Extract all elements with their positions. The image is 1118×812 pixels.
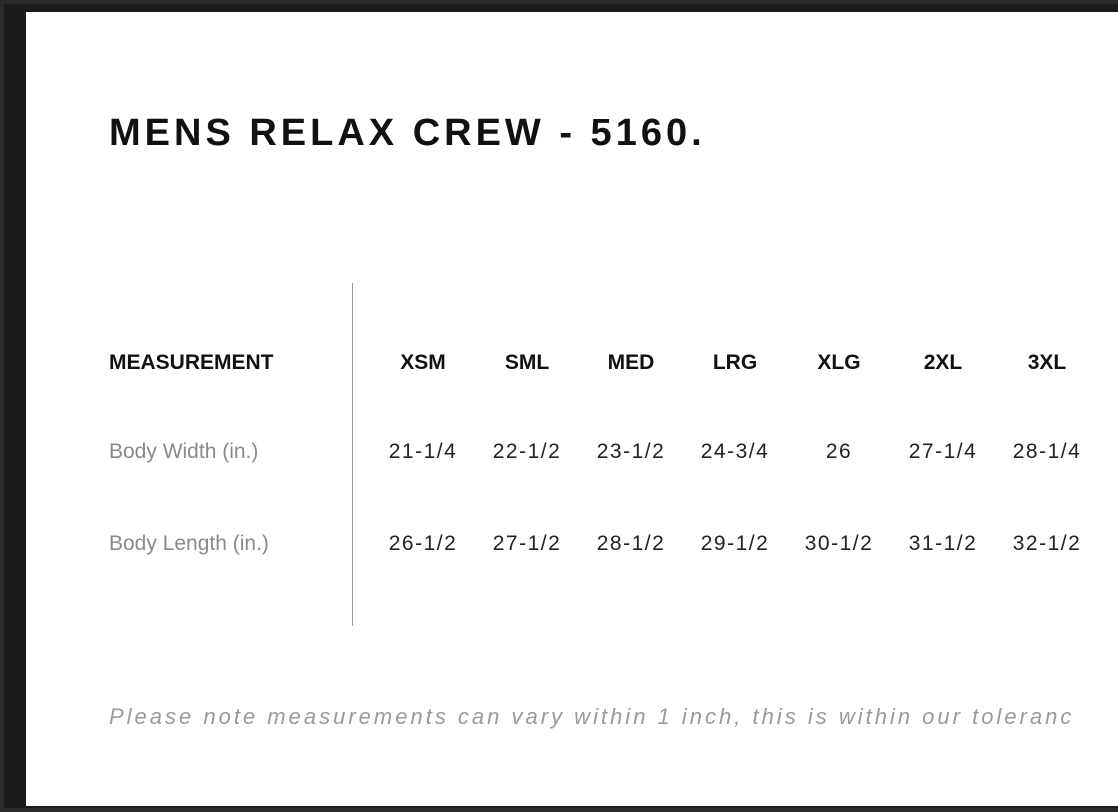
size-header-3xl: 3XL	[1027, 351, 1067, 374]
body-length-label: Body Length (in.)	[109, 532, 269, 555]
size-chart-modal: MENS RELAX CREW - 5160. MEASUREMENT XSM …	[26, 12, 1118, 806]
size-header-xlg: XLG	[817, 351, 861, 374]
table-cell: 27-1/4	[908, 440, 978, 463]
size-header-2xl: 2XL	[923, 351, 963, 374]
table-divider	[352, 283, 353, 626]
size-header-med: MED	[607, 351, 655, 374]
table-cell: 27-1/2	[492, 532, 562, 555]
size-header-xsm: XSM	[400, 351, 446, 374]
table-cell: 28-1/4	[1012, 440, 1082, 463]
measurement-header: MEASUREMENT	[109, 351, 274, 374]
table-cell: 21-1/4	[388, 440, 458, 463]
table-cell: 22-1/2	[492, 440, 562, 463]
table-cell: 29-1/2	[700, 532, 770, 555]
size-chart-title: MENS RELAX CREW - 5160.	[109, 112, 706, 154]
body-length-row: 26-1/2 27-1/2 28-1/2 29-1/2 30-1/2 31-1/…	[371, 532, 1111, 556]
table-cell: 31-1/2	[908, 532, 978, 555]
size-header-row: XSM SML MED LRG XLG 2XL 3XL	[371, 351, 1111, 375]
body-width-row: 21-1/4 22-1/2 23-1/2 24-3/4 26 27-1/4 28…	[371, 440, 1111, 464]
size-header-lrg: LRG	[712, 351, 758, 374]
table-cell: 26	[825, 440, 853, 463]
body-width-label: Body Width (in.)	[109, 440, 259, 463]
size-header-sml: SML	[504, 351, 550, 374]
table-cell: 24-3/4	[700, 440, 770, 463]
table-cell: 32-1/2	[1012, 532, 1082, 555]
table-cell: 28-1/2	[596, 532, 666, 555]
table-cell: 23-1/2	[596, 440, 666, 463]
table-cell: 30-1/2	[804, 532, 874, 555]
table-cell: 26-1/2	[388, 532, 458, 555]
tolerance-note: Please note measurements can vary within…	[109, 704, 1075, 729]
